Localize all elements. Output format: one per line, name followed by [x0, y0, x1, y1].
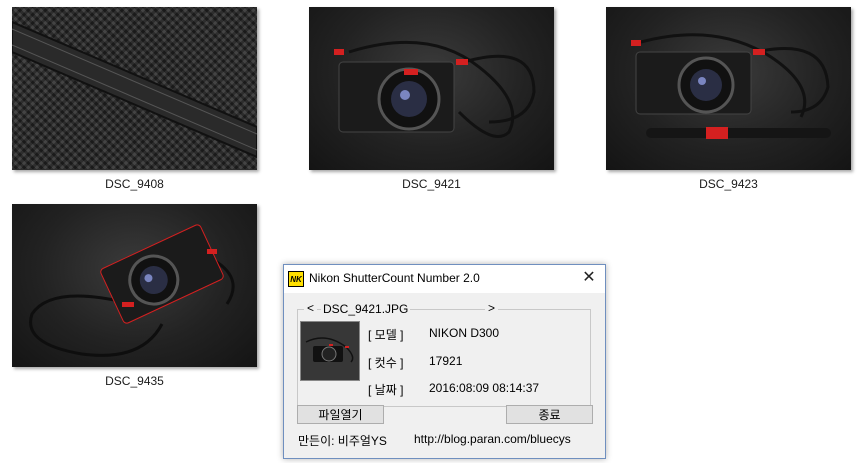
model-label: [ 모델 ]	[368, 328, 404, 342]
next-file-button[interactable]: >	[485, 301, 499, 315]
exit-button[interactable]: 종료	[506, 405, 593, 424]
camera-photo	[631, 33, 831, 139]
thumbnail-dsc-9421[interactable]	[309, 7, 554, 170]
camera-photo	[334, 40, 536, 138]
window-title: Nikon ShutterCount Number 2.0	[309, 271, 480, 285]
thumbnail-dsc-9423[interactable]	[606, 7, 851, 170]
author-text: 만든이: 비주얼YS	[298, 434, 387, 448]
image-preview	[300, 321, 360, 381]
date-value: 2016:08:09 08:14:37	[429, 381, 540, 395]
camera-photo	[29, 224, 235, 357]
thumbnail-dsc-9435[interactable]	[12, 204, 257, 367]
thumbnail-caption: DSC_9435	[105, 374, 164, 388]
shuttercount-dialog: NK Nikon ShutterCount Number 2.0 ✕ < DSC…	[283, 264, 606, 459]
close-button[interactable]: ✕	[579, 268, 599, 288]
title-bar[interactable]: NK Nikon ShutterCount Number 2.0 ✕	[284, 265, 605, 293]
date-label: [ 날짜 ]	[368, 383, 404, 397]
strap-photo	[12, 20, 257, 159]
current-filename: DSC_9421.JPG	[321, 302, 411, 316]
count-value: 17921	[429, 354, 463, 368]
thumbnail-caption: DSC_9423	[699, 177, 758, 191]
model-value: NIKON D300	[429, 326, 500, 340]
preview-photo	[301, 322, 359, 380]
author-url[interactable]: http://blog.paran.com/bluecys	[414, 432, 571, 446]
count-label: [ 컷수 ]	[368, 356, 404, 370]
nk-app-icon: NK	[288, 271, 304, 287]
open-file-button[interactable]: 파일열기	[297, 405, 384, 424]
thumbnail-caption: DSC_9421	[402, 177, 461, 191]
thumbnail-caption: DSC_9408	[105, 177, 164, 191]
prev-file-button[interactable]: <	[304, 301, 318, 315]
thumbnail-dsc-9408[interactable]	[12, 7, 257, 170]
